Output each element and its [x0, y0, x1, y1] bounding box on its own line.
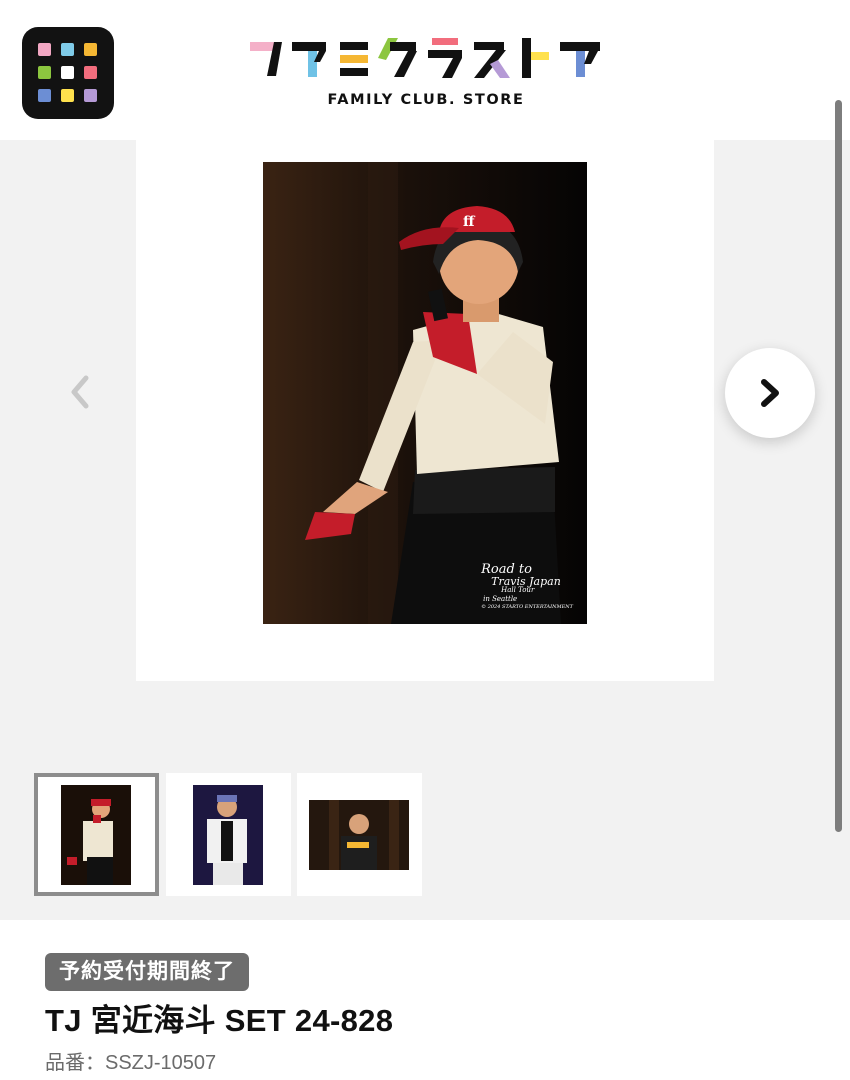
product-code: 品番：SSZJ-10507	[45, 1052, 217, 1074]
page-scrollbar[interactable]	[835, 100, 842, 832]
main-product-photo[interactable]: ff Road to Travis Japan Hall Tour in Sea…	[263, 162, 587, 624]
grid-menu-icon	[38, 43, 98, 103]
thumbnail-image	[61, 785, 131, 885]
thumbnail-image	[193, 785, 263, 885]
product-gallery: ff Road to Travis Japan Hall Tour in Sea…	[0, 140, 850, 920]
status-badge: 予約受付期間終了	[45, 953, 249, 991]
photo-watermark: Road to Travis Japan Hall Tour in Seattl…	[481, 562, 573, 610]
logo-subtitle: FAMILY CLUB. STORE	[327, 92, 525, 108]
logo-wordmark	[250, 38, 600, 78]
thumbnail-3[interactable]	[297, 773, 422, 896]
chevron-right-icon	[761, 379, 779, 407]
grid-menu-button[interactable]	[22, 27, 114, 119]
svg-text:ff: ff	[463, 214, 476, 230]
thumbnail-image	[309, 800, 409, 870]
chevron-left-icon	[71, 375, 89, 409]
next-image-button[interactable]	[725, 348, 815, 438]
product-title: TJ 宮近海斗 SET 24-828	[45, 1003, 394, 1038]
site-header: FAMILY CLUB. STORE	[0, 0, 850, 140]
thumbnail-2[interactable]	[166, 773, 291, 896]
main-image-card: ff Road to Travis Japan Hall Tour in Sea…	[136, 140, 714, 681]
previous-image-button[interactable]	[62, 372, 98, 412]
thumbnail-1[interactable]	[34, 773, 159, 896]
site-logo[interactable]: FAMILY CLUB. STORE	[248, 34, 604, 116]
